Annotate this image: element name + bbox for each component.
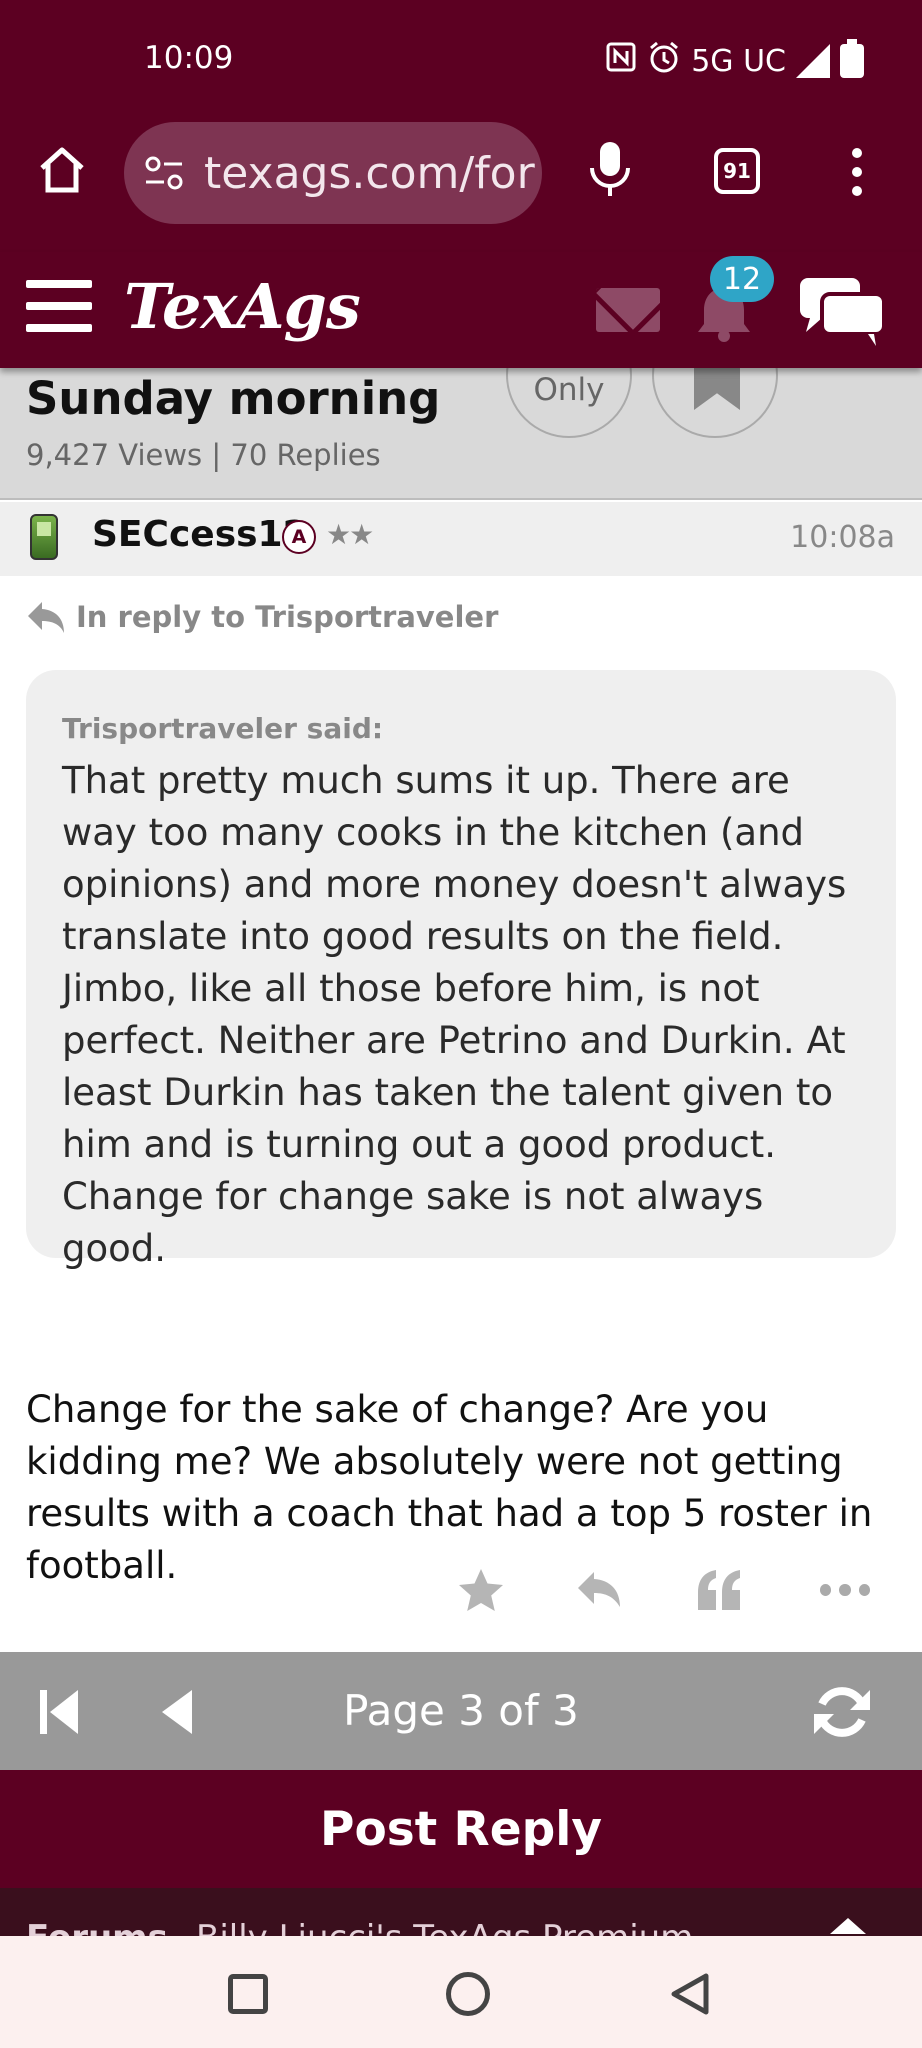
site-settings-icon[interactable] xyxy=(144,155,184,191)
back-icon[interactable] xyxy=(668,1972,712,2016)
quote-icon[interactable] xyxy=(694,1566,744,1616)
scroll-top-icon[interactable] xyxy=(830,1918,866,1934)
nfc-icon xyxy=(605,41,637,81)
url-text[interactable]: texags.com/for xyxy=(204,148,535,199)
browser-menu-icon[interactable] xyxy=(852,148,862,196)
post-header: SECcess12 A ★★ 10:08a xyxy=(0,502,922,576)
quote-text: That pretty much sums it up. There are w… xyxy=(62,759,847,1270)
status-time: 10:09 xyxy=(144,40,234,76)
alarm-icon xyxy=(647,40,681,82)
network-label: 5G UC xyxy=(691,43,786,79)
home-circle-icon[interactable] xyxy=(446,1972,490,2016)
address-bar[interactable]: texags.com/for xyxy=(124,122,542,224)
status-bar: 10:09 5G UC xyxy=(0,0,922,120)
thread-meta: 9,427 Views | 70 Replies xyxy=(26,438,381,472)
in-reply-to[interactable]: In reply to Trisportraveler xyxy=(26,600,498,634)
thread-title: Sunday morning xyxy=(26,372,441,425)
user-badge: A xyxy=(282,520,316,554)
breadcrumb-forums[interactable]: Forums xyxy=(26,1918,168,1936)
quote-author: Trisportraveler said: xyxy=(62,712,384,745)
tab-switcher-button[interactable]: 91 xyxy=(714,148,760,194)
status-icons: 5G UC xyxy=(605,39,864,82)
quote-block: Trisportraveler said: That pretty much s… xyxy=(26,670,896,1270)
site-logo[interactable]: TexAgs xyxy=(124,270,361,343)
breadcrumb-board[interactable]: Billy Liucci's TexAgs Premium xyxy=(196,1918,693,1936)
home-icon[interactable] xyxy=(36,144,88,196)
star-icon[interactable] xyxy=(456,1566,506,1616)
post-reply-button[interactable]: Post Reply xyxy=(0,1770,922,1888)
refresh-icon[interactable] xyxy=(810,1682,874,1742)
microphone-icon[interactable] xyxy=(588,140,632,198)
reply-arrow-icon xyxy=(28,602,64,633)
post-username[interactable]: SECcess12 xyxy=(92,514,308,555)
battery-icon xyxy=(840,39,864,78)
page-indicator[interactable]: Page 3 of 3 xyxy=(0,1686,922,1735)
thread-header: Only Sunday morning 9,427 Views | 70 Rep… xyxy=(0,312,922,500)
chat-icon[interactable] xyxy=(796,274,888,346)
post-actions xyxy=(0,1566,922,1626)
breadcrumb: Forums Billy Liucci's TexAgs Premium xyxy=(0,1888,922,1936)
notification-badge: 12 xyxy=(710,256,774,302)
pagination-bar: Page 3 of 3 xyxy=(0,1652,922,1770)
bookmark-icon xyxy=(694,366,740,410)
device-phone-icon xyxy=(30,514,58,560)
reply-to-text: In reply to Trisportraveler xyxy=(76,600,499,634)
post-more-icon[interactable] xyxy=(820,1584,870,1634)
site-header: TexAgs xyxy=(0,252,922,368)
mail-icon[interactable] xyxy=(596,288,660,332)
user-stars: ★★ xyxy=(326,518,374,551)
system-nav-bar xyxy=(0,1936,922,2048)
post-time[interactable]: 10:08a xyxy=(790,520,895,555)
recents-icon[interactable] xyxy=(228,1974,268,2014)
post-body: Change for the sake of change? Are you k… xyxy=(26,1388,873,1587)
browser-toolbar: texags.com/for 91 xyxy=(0,120,922,268)
hamburger-menu-icon[interactable] xyxy=(26,280,92,332)
reply-icon[interactable] xyxy=(574,1566,624,1616)
signal-icon xyxy=(796,44,830,78)
only-label: Only xyxy=(533,372,605,408)
